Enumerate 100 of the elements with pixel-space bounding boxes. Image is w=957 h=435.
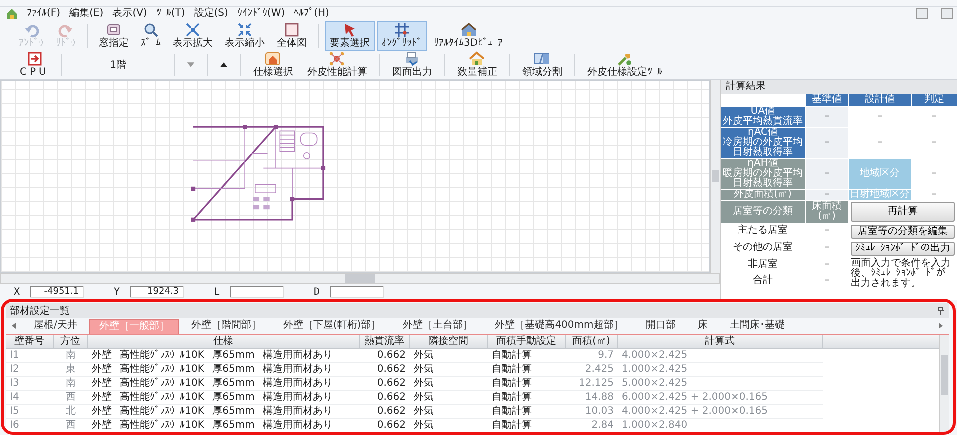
table-cell-text: – bbox=[824, 258, 830, 272]
table-cell: 0.662 bbox=[360, 391, 410, 405]
table-cell: 北 bbox=[54, 405, 88, 419]
room-label: その他の居室 bbox=[732, 240, 794, 255]
table-cell: 外気 bbox=[410, 377, 488, 391]
menu-item[interactable]: 表示(V) bbox=[112, 8, 148, 20]
table-cell: 自動計算 bbox=[488, 419, 566, 433]
table-cell: 外壁 高性能ｸﾞﾗｽｳｰﾙ10K 厚65mm 構造用面材あり bbox=[88, 391, 360, 405]
table-cell: 自動計算 bbox=[488, 405, 566, 419]
table-cell: 0.662 bbox=[360, 349, 410, 363]
toolbar-button[interactable]: 表示拡大 bbox=[168, 20, 218, 51]
toolbar-button[interactable]: 要素選択 bbox=[325, 20, 375, 51]
table-cell: 西 bbox=[54, 419, 88, 433]
toolbar-button[interactable]: 外皮仕様設定ﾂｰﾙ bbox=[581, 50, 668, 79]
house-card-icon bbox=[265, 51, 282, 68]
exit-icon bbox=[26, 51, 43, 68]
pin-icon[interactable] bbox=[937, 306, 945, 314]
table-cell: 外壁 高性能ｸﾞﾗｽｳｰﾙ10K 厚65mm 構造用面材あり bbox=[88, 405, 360, 419]
tab[interactable]: 外壁［階間部］ bbox=[181, 318, 272, 334]
table-cell: 西 bbox=[54, 391, 88, 405]
drawing-canvas[interactable] bbox=[0, 80, 710, 273]
scrollbar[interactable] bbox=[939, 335, 949, 433]
toolbar-button[interactable]: 全体図 bbox=[272, 20, 312, 51]
panel-button[interactable]: 居室等の分類を編集 bbox=[851, 224, 955, 239]
table-cell: 0.662 bbox=[360, 405, 410, 419]
menu-item[interactable]: ﾂｰﾙ(T) bbox=[156, 8, 186, 20]
toolbar-button[interactable]: ｵﾝｸﾞﾘｯﾄﾞ bbox=[377, 20, 427, 51]
floor-selector[interactable]: 1階 bbox=[68, 50, 168, 79]
minimize-button[interactable] bbox=[916, 8, 928, 20]
coordinate-field[interactable]: 1924.3 bbox=[130, 286, 184, 298]
table-cell: 外気 bbox=[410, 405, 488, 419]
menu-item[interactable]: ｳｲﾝﾄﾞｳ(W) bbox=[237, 8, 286, 20]
menu-item[interactable]: ﾍﾙﾌﾟ(H) bbox=[294, 8, 330, 20]
column-header: 隣接空間 bbox=[410, 335, 488, 349]
split-rect-icon bbox=[534, 51, 550, 68]
room-label: 合計 bbox=[752, 274, 774, 288]
table-cell: I6 bbox=[6, 419, 54, 433]
menu-item[interactable]: 編集(E) bbox=[70, 8, 104, 20]
toolbar-button[interactable]: ｽﾞｰﾑ bbox=[136, 20, 166, 51]
tab[interactable]: 外壁［基礎高400mm超部］ bbox=[485, 318, 634, 334]
table-cell: 1.000×2.425 bbox=[618, 363, 823, 377]
restore-button[interactable] bbox=[941, 8, 953, 20]
undo-icon bbox=[24, 22, 40, 38]
toolbar-button[interactable]: 図面出力 bbox=[386, 50, 438, 79]
tab[interactable]: 開口部 bbox=[636, 318, 686, 334]
grid-icon bbox=[394, 22, 410, 38]
room-label: 非居室 bbox=[747, 258, 779, 272]
column-header: 方位 bbox=[54, 335, 88, 349]
coordinate-field[interactable] bbox=[330, 286, 384, 298]
menu-item[interactable]: 設定(S) bbox=[194, 8, 228, 20]
tab[interactable]: 床 bbox=[688, 318, 718, 334]
toolbar-button[interactable]: 仕様選択 bbox=[247, 50, 300, 79]
app-icon bbox=[6, 8, 18, 20]
right-arrow-icon[interactable] bbox=[937, 322, 945, 330]
panel-title: 計算結果 bbox=[721, 80, 957, 94]
tab[interactable]: 外壁［土台部］ bbox=[393, 318, 484, 334]
tab[interactable]: 外壁［下屋(軒桁)部］ bbox=[273, 318, 392, 334]
table-cell: 4.000×2.425 + 2.000×0.165 bbox=[618, 405, 823, 419]
metric-label: ηAH値 暖房期の外皮平均日射熱取得率 bbox=[721, 158, 805, 189]
coordinate-field[interactable] bbox=[230, 286, 284, 298]
scroll-thumb[interactable] bbox=[941, 355, 948, 395]
toolbar-button[interactable]: 数量補正 bbox=[451, 50, 504, 79]
table-cell: 自動計算 bbox=[488, 363, 566, 377]
column-header: 面積(㎡) bbox=[566, 335, 618, 349]
scrollbar[interactable] bbox=[0, 273, 720, 284]
table-cell: 外気 bbox=[410, 391, 488, 405]
scroll-thumb[interactable] bbox=[345, 274, 375, 283]
table-cell: 1.000×2.840 bbox=[618, 419, 823, 433]
house-icon bbox=[460, 22, 477, 38]
cpu-button[interactable]: CPU bbox=[14, 50, 56, 79]
toolbar-button[interactable]: 表示縮小 bbox=[220, 20, 270, 51]
coordinate-field[interactable]: -4951.1 bbox=[30, 286, 84, 298]
menu-item[interactable]: ﾌｧｲﾙ(F) bbox=[27, 8, 61, 20]
table-cell: I4 bbox=[6, 391, 54, 405]
table-cell: 0.662 bbox=[360, 419, 410, 433]
left-arrow-icon[interactable] bbox=[10, 322, 18, 330]
tab[interactable]: 土間床･基礎 bbox=[720, 318, 795, 334]
coordinate-label: X bbox=[12, 286, 22, 298]
note-text: 画面入力で条件を入力後、ｼﾐｭﾚｰｼｮﾝﾎﾞｰﾄﾞが出力されます。 bbox=[850, 258, 952, 290]
toolbar-button[interactable]: 領域分割 bbox=[516, 50, 568, 79]
table-cell: 14.88 bbox=[566, 391, 618, 405]
scroll-thumb[interactable] bbox=[712, 170, 719, 182]
table-cell: 6.000×2.425 + 2.000×0.165 bbox=[618, 391, 823, 405]
column-header: 計算式 bbox=[618, 335, 823, 349]
recalculate-button[interactable]: 再計算 bbox=[851, 202, 955, 222]
coordinate-label: L bbox=[212, 286, 222, 298]
tab[interactable]: 屋根/天井 bbox=[24, 318, 88, 334]
square-icon bbox=[284, 22, 300, 38]
coordinate-label: D bbox=[312, 286, 322, 298]
table-cell: 地域区分 bbox=[849, 158, 911, 189]
scrollbar[interactable] bbox=[710, 80, 720, 273]
toolbar-button[interactable]: 窓指定 bbox=[94, 20, 134, 51]
tools-icon bbox=[616, 51, 633, 68]
panel-button[interactable]: ｼﾐｭﾚｰｼｮﾝﾎﾞｰﾄﾞの出力 bbox=[851, 242, 955, 256]
table-cell: 外壁 高性能ｸﾞﾗｽｳｰﾙ10K 厚65mm 構造用面材あり bbox=[88, 363, 360, 377]
table-cell: 0.662 bbox=[360, 377, 410, 391]
column-header: 床面積(㎡) bbox=[806, 200, 848, 223]
table-cell: 外気 bbox=[410, 419, 488, 433]
toolbar-button[interactable]: ﾘｱﾙﾀｲﾑ3Dﾋﾞｭｰｱ bbox=[429, 20, 508, 51]
toolbar-button[interactable]: 外皮性能計算 bbox=[301, 50, 374, 79]
